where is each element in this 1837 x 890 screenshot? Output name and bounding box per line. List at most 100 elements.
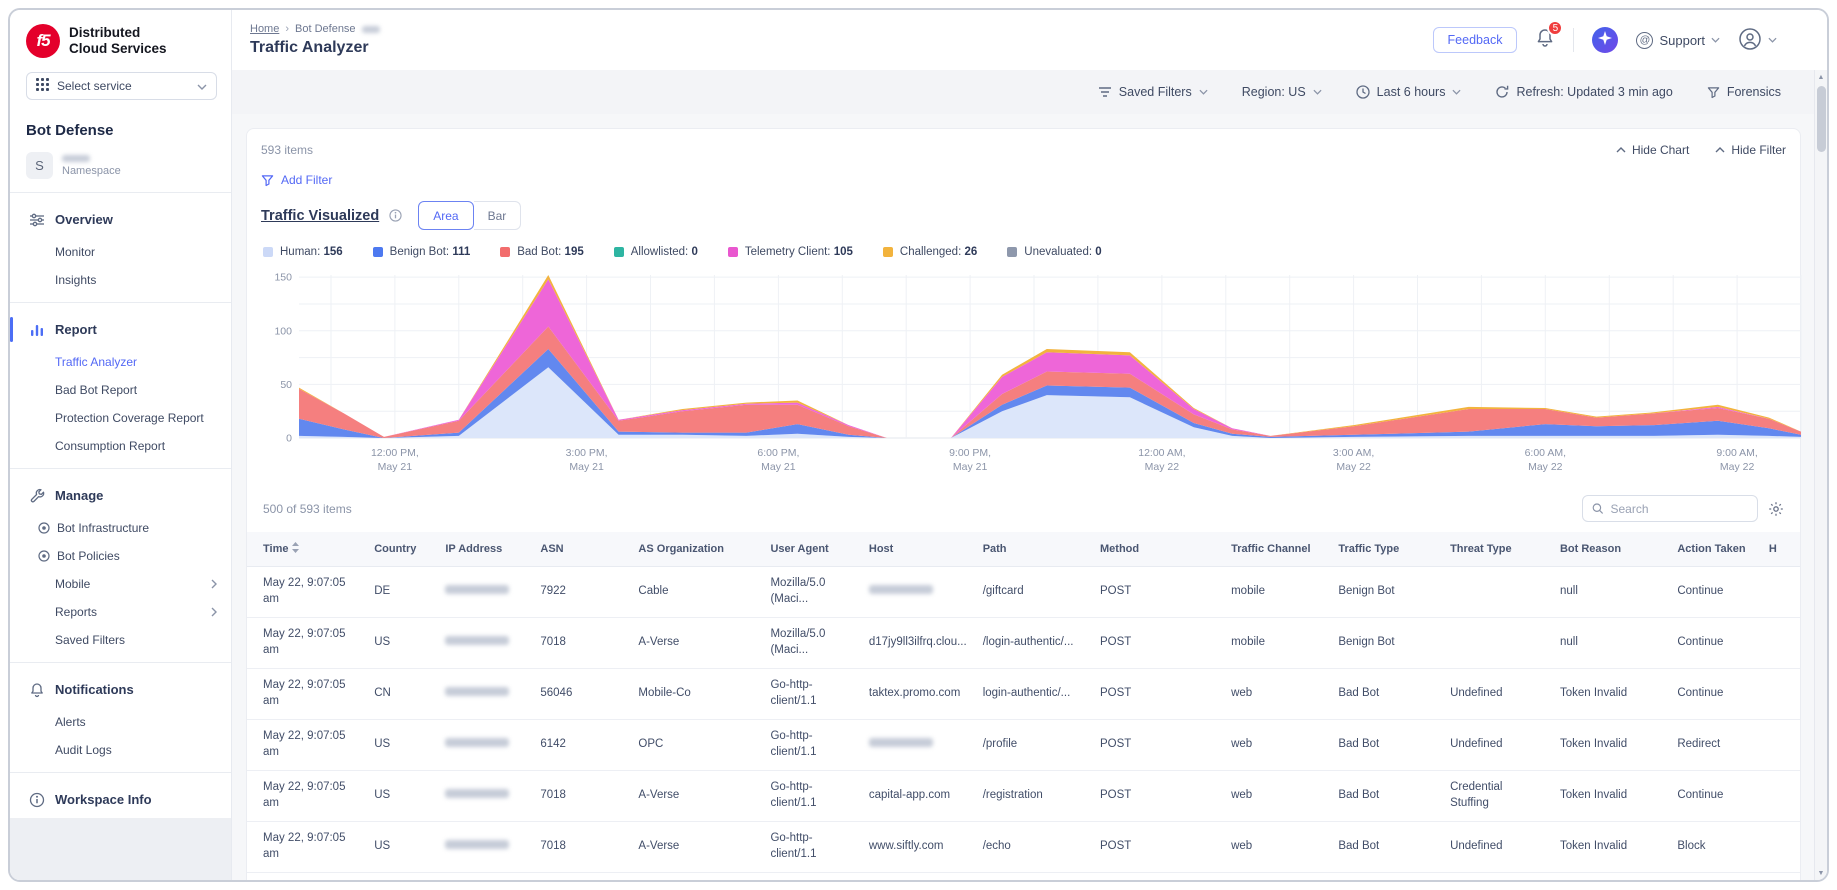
redacted-value: [445, 789, 510, 799]
svg-text:100: 100: [274, 325, 292, 337]
account-menu[interactable]: [1738, 27, 1777, 54]
scroll-down-arrow[interactable]: ▼: [1815, 866, 1827, 880]
section-label: Workspace Info: [55, 792, 152, 807]
sidebar-section-report[interactable]: Report: [10, 311, 231, 348]
sidebar-item-traffic-analyzer[interactable]: Traffic Analyzer: [10, 348, 231, 376]
table-cell: d17jy9ll3ilfrq.clou...: [860, 617, 975, 669]
column-header-host[interactable]: Host: [860, 532, 975, 567]
column-header-ip-address[interactable]: IP Address: [437, 532, 533, 567]
column-header-as-organization[interactable]: AS Organization: [630, 532, 763, 567]
table-row-partial[interactable]: [247, 872, 1800, 880]
item-label: Consumption Report: [55, 439, 166, 453]
legend-label: Telemetry Client: 105: [744, 246, 853, 258]
user-avatar-icon: [1738, 27, 1762, 54]
legend-item-bad-bot[interactable]: Bad Bot: 195: [500, 246, 584, 258]
sidebar-section-notifications[interactable]: Notifications: [10, 671, 231, 708]
column-header-h[interactable]: H: [1760, 532, 1800, 567]
brand[interactable]: f5 Distributed Cloud Services: [10, 10, 231, 68]
legend-item-benign-bot[interactable]: Benign Bot: 111: [372, 246, 470, 258]
bar-view-button[interactable]: Bar: [473, 201, 522, 230]
notifications-bell-button[interactable]: 5: [1535, 20, 1564, 53]
table-cell: US: [366, 770, 438, 822]
column-header-action-taken[interactable]: Action Taken: [1669, 532, 1761, 567]
sidebar-section-workspace[interactable]: Workspace Info: [10, 781, 231, 818]
legend-item-allowlisted[interactable]: Allowlisted: 0: [613, 246, 698, 258]
sidebar-item-mobile[interactable]: Mobile: [10, 570, 231, 598]
support-label: Support: [1659, 32, 1705, 48]
legend-item-telemetry-client[interactable]: Telemetry Client: 105: [727, 246, 853, 258]
column-header-threat-type[interactable]: Threat Type: [1442, 532, 1552, 567]
table-settings-button[interactable]: [1768, 501, 1784, 517]
vertical-scrollbar[interactable]: ▲ ▼: [1814, 70, 1827, 880]
forensics-button[interactable]: Forensics: [1707, 85, 1781, 99]
sidebar-item-bot-policies[interactable]: Bot Policies: [10, 542, 231, 570]
legend-label: Bad Bot: 195: [517, 246, 584, 258]
hide-filter-button[interactable]: Hide Filter: [1715, 143, 1786, 157]
sidebar-item-monitor[interactable]: Monitor: [10, 238, 231, 266]
table-row[interactable]: May 22, 9:07:05 am US 7018 A-Verse Mozilla/5…: [247, 617, 1800, 669]
legend-item-unevaluated[interactable]: Unevaluated: 0: [1007, 246, 1102, 258]
table-cell: [1223, 872, 1331, 880]
region-label: Region: US: [1241, 85, 1306, 99]
legend-swatch: [727, 247, 738, 257]
search-input[interactable]: [1610, 501, 1748, 516]
table-row[interactable]: May 22, 9:07:05 am DE 7922 Cable Mozilla/5.0…: [247, 566, 1800, 618]
table-cell: 7018: [532, 821, 631, 873]
svg-text:May 21: May 21: [569, 461, 604, 473]
column-header-country[interactable]: Country: [366, 532, 438, 567]
sidebar-item-insights[interactable]: Insights: [10, 266, 231, 294]
table-row[interactable]: May 22, 9:07:05 am US 7018 A-Verse Go-http-c…: [247, 770, 1800, 822]
table-row[interactable]: May 22, 9:07:05 am US 7018 A-Verse Go-http-c…: [247, 821, 1800, 873]
table-cell: US: [366, 821, 438, 873]
table-row[interactable]: May 22, 9:07:05 am US 6142 OPC Go-http-clien…: [247, 719, 1800, 771]
legend-label: Unevaluated: 0: [1024, 246, 1102, 258]
table-search: [1582, 495, 1758, 522]
sidebar-item-bad-bot-report[interactable]: Bad Bot Report: [10, 376, 231, 404]
feedback-button[interactable]: Feedback: [1432, 27, 1518, 53]
sidebar-item-consumption-report[interactable]: Consumption Report: [10, 432, 231, 460]
column-header-traffic-channel[interactable]: Traffic Channel: [1223, 532, 1331, 567]
namespace-selector[interactable]: S Namespace: [10, 143, 231, 193]
scrollbar-thumb[interactable]: [1817, 86, 1826, 152]
column-header-user-agent[interactable]: User Agent: [762, 532, 861, 567]
svg-text:May 21: May 21: [378, 461, 413, 473]
legend-item-challenged[interactable]: Challenged: 26: [882, 246, 978, 258]
funnel-icon: [261, 174, 274, 186]
item-label: Audit Logs: [55, 743, 112, 757]
breadcrumb-home-link[interactable]: Home: [250, 23, 279, 35]
column-header-asn[interactable]: ASN: [532, 532, 631, 567]
area-view-button[interactable]: Area: [418, 201, 474, 230]
table-cell: Continue: [1669, 668, 1761, 720]
legend-item-human[interactable]: Human: 156: [263, 246, 343, 258]
support-menu[interactable]: @ Support: [1636, 31, 1720, 49]
column-header-time[interactable]: Time: [247, 532, 367, 567]
hide-chart-button[interactable]: Hide Chart: [1616, 143, 1689, 157]
sidebar-section-manage[interactable]: Manage: [10, 477, 231, 514]
sidebar-item-reports[interactable]: Reports: [10, 598, 231, 626]
select-service-dropdown[interactable]: Select service: [26, 72, 217, 100]
table-cell: /registration: [974, 770, 1093, 822]
chart-title[interactable]: Traffic Visualized: [261, 208, 379, 224]
target-icon: [38, 522, 50, 534]
table-row[interactable]: May 22, 9:07:05 am CN 56046 Mobile-Co Go-htt…: [247, 668, 1800, 720]
saved-filters-dropdown[interactable]: Saved Filters: [1098, 85, 1208, 99]
sidebar-item-audit-logs[interactable]: Audit Logs: [10, 736, 231, 764]
time-range-dropdown[interactable]: Last 6 hours: [1356, 85, 1462, 99]
item-label: Bot Policies: [57, 549, 120, 563]
table-cell: Undefined: [1442, 821, 1552, 873]
column-header-method[interactable]: Method: [1092, 532, 1224, 567]
sidebar-item-saved-filters[interactable]: Saved Filters: [10, 626, 231, 654]
sidebar-item-protection-coverage-report[interactable]: Protection Coverage Report: [10, 404, 231, 432]
sidebar-section-overview[interactable]: Overview: [10, 201, 231, 238]
refresh-button[interactable]: Refresh: Updated 3 min ago: [1495, 85, 1673, 99]
column-header-path[interactable]: Path: [974, 532, 1093, 567]
sidebar-item-alerts[interactable]: Alerts: [10, 708, 231, 736]
add-filter-button[interactable]: Add Filter: [261, 173, 332, 187]
ai-assistant-button[interactable]: [1592, 27, 1619, 53]
column-header-bot-reason[interactable]: Bot Reason: [1551, 532, 1670, 567]
scroll-up-arrow[interactable]: ▲: [1815, 70, 1827, 84]
legend-label: Challenged: 26: [899, 246, 978, 258]
column-header-traffic-type[interactable]: Traffic Type: [1330, 532, 1443, 567]
region-dropdown[interactable]: Region: US: [1242, 85, 1322, 99]
sidebar-item-bot-infrastructure[interactable]: Bot Infrastructure: [10, 514, 231, 542]
